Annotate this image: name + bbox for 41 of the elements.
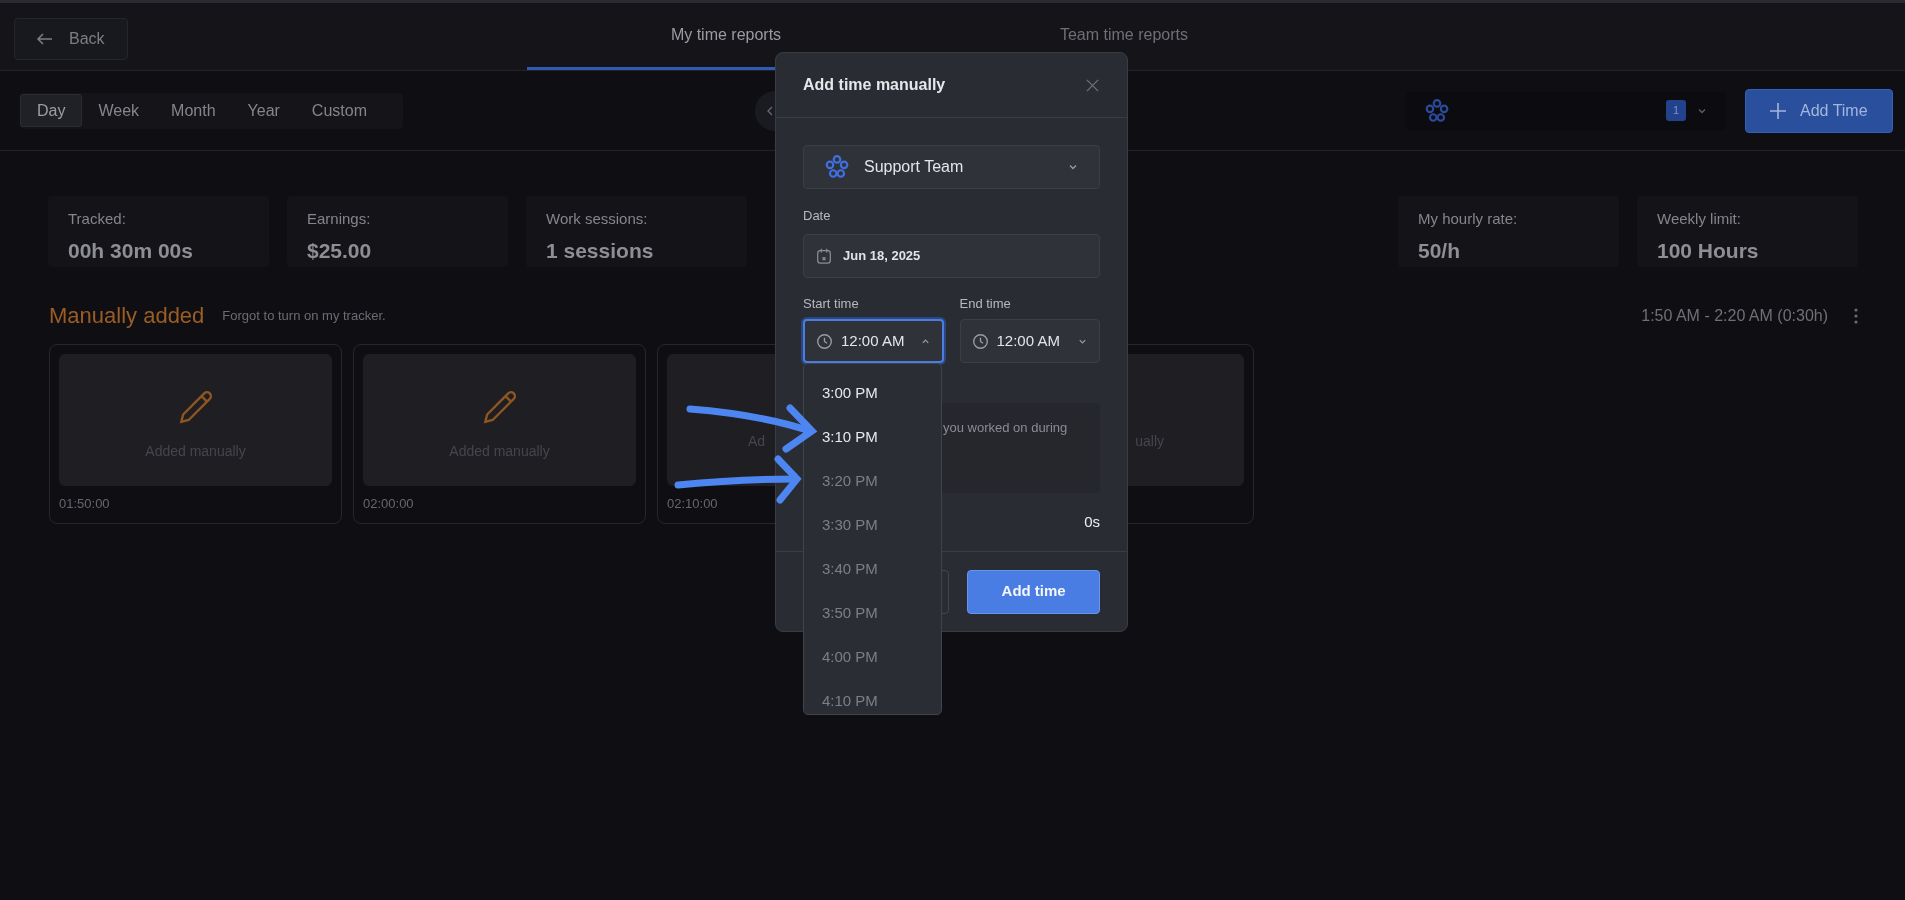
period-tab[interactable]: Custom	[295, 94, 383, 127]
time-value: 12:00 AM	[996, 330, 1060, 351]
stat-value: 1 sessions	[546, 237, 655, 264]
submit-button[interactable]: Add time	[967, 569, 1100, 614]
stat-value: 100 Hours	[1657, 237, 1760, 264]
card-time: 01:50:00	[59, 495, 110, 513]
stat-label: My hourly rate:	[1418, 209, 1519, 229]
back-button[interactable]: Back	[14, 18, 128, 60]
stat-value: 00h 30m 00s	[68, 237, 194, 264]
period-tab[interactable]: Week	[82, 94, 156, 127]
count-badge: 1	[1665, 100, 1686, 121]
session-range: 1:50 AM - 2:20 AM (0:30h)	[1641, 305, 1828, 326]
stat-label: Tracked:	[68, 209, 127, 229]
stat-value: $25.00	[307, 237, 373, 264]
field-label: End time	[959, 294, 1012, 313]
card-time: 02:00:00	[363, 495, 414, 513]
stat-label: Weekly limit:	[1657, 209, 1742, 229]
field-label: Date	[803, 207, 832, 225]
stat-label: Earnings:	[307, 209, 372, 229]
team-name: Support Team	[864, 157, 964, 177]
team-select[interactable]: Support Team	[803, 145, 1100, 189]
session-note: Forgot to turn on my tracker.	[222, 306, 386, 325]
date-field[interactable]: Jun 18, 2025	[803, 233, 1100, 278]
time-select[interactable]: 12:00 AM	[803, 319, 944, 363]
period-tab[interactable]: Year	[231, 94, 296, 127]
add-time-button[interactable]: Add Time	[1745, 88, 1893, 133]
dialog-title: Add time manually	[803, 75, 946, 95]
time-value: 12:00 AM	[841, 330, 905, 351]
team-selector[interactable]: 1	[1406, 91, 1726, 130]
field-label: Start time	[803, 294, 860, 313]
period-tab[interactable]: Day	[20, 94, 83, 127]
card-time: 02:10:00	[667, 495, 718, 513]
duration-value: 0s	[1084, 512, 1100, 532]
period-tab[interactable]: Month	[155, 94, 232, 127]
tab[interactable]: Team time reports	[925, 3, 1323, 70]
session-title: Manually added	[49, 302, 205, 330]
time-select[interactable]: 12:00 AM	[959, 319, 1100, 363]
date-value: Jun 18, 2025	[843, 246, 921, 265]
time-option[interactable]: 3:10 PM	[804, 415, 941, 459]
stat-value: 50/h	[1418, 237, 1462, 264]
stat-label: Work sessions:	[546, 209, 649, 229]
